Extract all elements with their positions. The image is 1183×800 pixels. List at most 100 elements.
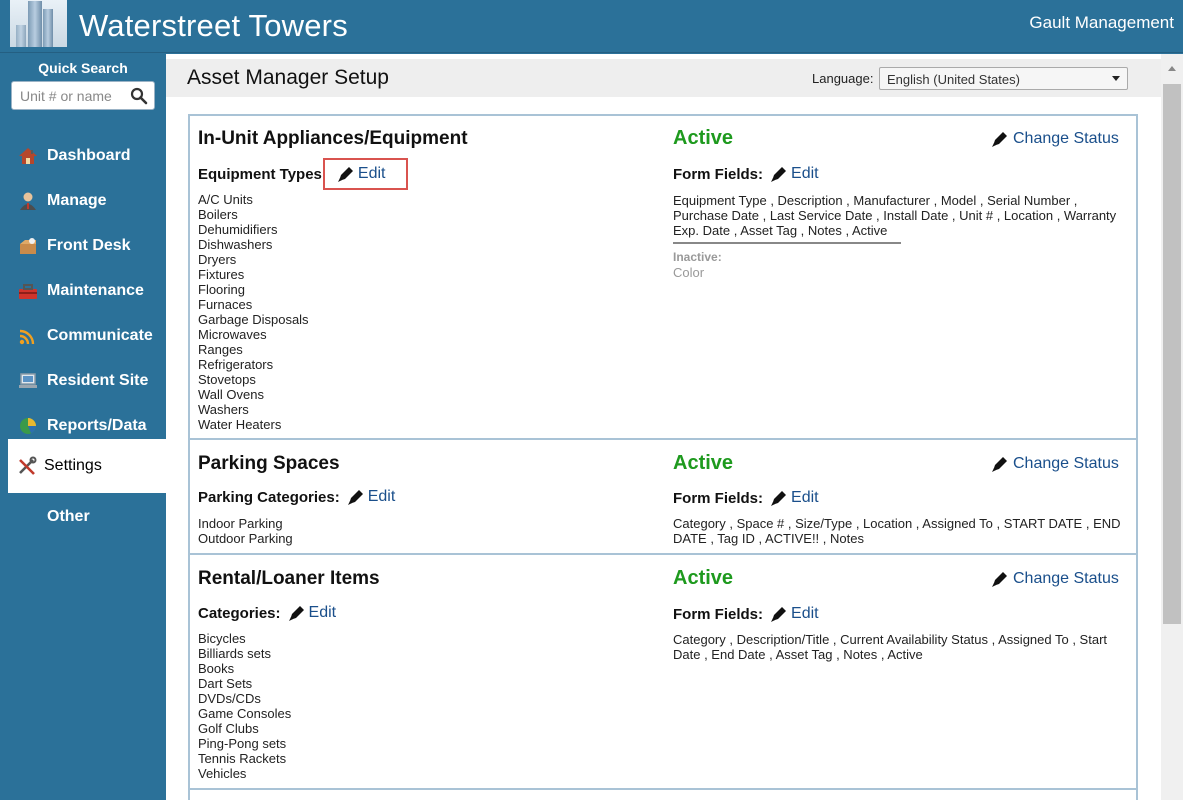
laptop-icon xyxy=(17,370,39,392)
quick-search-input[interactable] xyxy=(12,82,122,109)
list-item: Garbage Disposals xyxy=(198,312,309,327)
edit-form-fields-button[interactable]: Edit xyxy=(769,604,819,624)
scroll-up-arrow-icon[interactable] xyxy=(1168,66,1176,71)
list-item: Dryers xyxy=(198,252,237,267)
list-item: Wall Ovens xyxy=(198,387,264,402)
main-content: Asset Manager Setup Language: English (U… xyxy=(166,54,1161,800)
list-item: Washers xyxy=(198,402,249,417)
categories-list: Bicycles Billiards sets Books Dart Sets … xyxy=(198,631,291,781)
section-title: Parking Spaces xyxy=(198,453,340,474)
list-item: Dart Sets xyxy=(198,676,253,691)
building-logo xyxy=(10,0,67,47)
pie-chart-icon xyxy=(17,415,39,437)
nav-maintenance[interactable]: Maintenance xyxy=(0,268,166,313)
parking-categories-heading: Parking Categories: Edit xyxy=(198,487,395,507)
language-value: English (United States) xyxy=(887,72,1020,87)
nav-resident-site[interactable]: Resident Site xyxy=(0,358,166,403)
list-item: Ping-Pong sets xyxy=(198,736,287,751)
parking-categories-list: Indoor Parking Outdoor Parking xyxy=(198,516,293,546)
form-fields-list: Equipment Type , Description , Manufactu… xyxy=(673,193,1117,238)
person-icon xyxy=(17,190,39,212)
pen-icon xyxy=(771,607,787,622)
inactive-label: Inactive: xyxy=(673,250,722,264)
list-item: DVDs/CDs xyxy=(198,691,261,706)
pen-icon xyxy=(992,572,1007,587)
asset-sections: In-Unit Appliances/Equipment Active Chan… xyxy=(188,114,1138,800)
categories-heading: Categories: Edit xyxy=(198,603,336,623)
list-item: Microwaves xyxy=(198,327,267,342)
nav-label: Manage xyxy=(47,191,107,209)
change-status-link[interactable]: Change Status xyxy=(990,569,1119,589)
form-fields-heading: Form Fields: Edit xyxy=(673,164,819,184)
list-item: Indoor Parking xyxy=(198,516,283,531)
divider xyxy=(673,242,901,244)
company-name[interactable]: Gault Management xyxy=(1029,13,1174,33)
section-title: Rental/Loaner Items xyxy=(198,568,380,589)
subheading-label: Equipment Types xyxy=(198,165,322,183)
list-item: Furnaces xyxy=(198,297,253,312)
nav-front-desk[interactable]: Front Desk xyxy=(0,223,166,268)
change-status-link[interactable]: Change Status xyxy=(990,129,1119,149)
nav-communicate[interactable]: Communicate xyxy=(0,313,166,358)
nav-label: Resident Site xyxy=(47,371,149,389)
nav-other[interactable]: Other xyxy=(0,494,166,539)
pen-icon xyxy=(771,167,787,182)
edit-categories-button[interactable]: Edit xyxy=(287,603,337,623)
form-fields-heading: Form Fields: Edit xyxy=(673,488,819,508)
list-item: Boilers xyxy=(198,207,238,222)
list-item: Flooring xyxy=(198,282,245,297)
form-fields-label: Form Fields: xyxy=(673,489,764,507)
site-title: Waterstreet Towers xyxy=(79,8,348,43)
app-header: Waterstreet Towers Gault Management xyxy=(0,0,1183,53)
edit-form-fields-button[interactable]: Edit xyxy=(769,488,819,508)
inactive-fields: Color xyxy=(673,265,705,280)
edit-label: Edit xyxy=(367,488,396,505)
pen-icon xyxy=(771,491,787,506)
package-icon xyxy=(17,235,39,257)
list-item: Stovetops xyxy=(198,372,256,387)
nav-label: Dashboard xyxy=(47,146,131,164)
section-rental-loaner-items: Rental/Loaner Items Active Change Status… xyxy=(190,555,1136,790)
nav-label: Maintenance xyxy=(47,281,144,299)
edit-form-fields-button[interactable]: Edit xyxy=(769,164,819,184)
nav-dashboard[interactable]: Dashboard xyxy=(0,133,166,178)
status-badge: Active xyxy=(673,127,734,149)
edit-parking-categories-button[interactable]: Edit xyxy=(346,487,396,507)
list-item: Water Heaters xyxy=(198,417,282,432)
language-label: Language: xyxy=(812,71,874,86)
toolbox-icon xyxy=(17,280,39,302)
edit-equipment-types-button[interactable]: Edit xyxy=(322,158,409,190)
list-item: Outdoor Parking xyxy=(198,531,293,546)
quick-search-label: Quick Search xyxy=(38,60,128,76)
pen-icon xyxy=(288,606,304,621)
status-badge: Active xyxy=(673,567,734,589)
pen-icon xyxy=(992,457,1007,472)
search-icon[interactable] xyxy=(130,87,148,105)
page-title: Asset Manager Setup xyxy=(187,66,389,89)
vertical-scrollbar[interactable] xyxy=(1161,54,1183,800)
quick-search-box xyxy=(11,81,155,110)
language-select[interactable]: English (United States) xyxy=(879,67,1128,90)
section-in-unit-appliances: In-Unit Appliances/Equipment Active Chan… xyxy=(190,116,1136,440)
chevron-down-icon xyxy=(1112,76,1120,81)
nav-manage[interactable]: Manage xyxy=(0,178,166,223)
nav-label: Other xyxy=(47,507,90,525)
change-status-label: Change Status xyxy=(1013,130,1119,147)
form-fields-list: Category , Space # , Size/Type , Locatio… xyxy=(673,516,1121,546)
edit-label: Edit xyxy=(791,605,819,622)
edit-label: Edit xyxy=(308,604,337,621)
list-item: Books xyxy=(198,661,235,676)
pen-icon xyxy=(992,132,1007,147)
tools-icon xyxy=(16,455,38,477)
subheading-label: Parking Categories: xyxy=(198,488,340,506)
house-icon xyxy=(17,145,39,167)
form-fields-label: Form Fields: xyxy=(673,605,764,623)
pen-icon xyxy=(337,167,353,182)
page-toolbar: Asset Manager Setup Language: English (U… xyxy=(166,59,1161,97)
change-status-label: Change Status xyxy=(1013,570,1119,587)
nav-settings[interactable]: Settings xyxy=(8,439,166,493)
change-status-link[interactable]: Change Status xyxy=(990,454,1119,474)
nav-label: Reports/Data xyxy=(47,416,147,434)
change-status-label: Change Status xyxy=(1013,455,1119,472)
scroll-thumb[interactable] xyxy=(1163,84,1181,624)
